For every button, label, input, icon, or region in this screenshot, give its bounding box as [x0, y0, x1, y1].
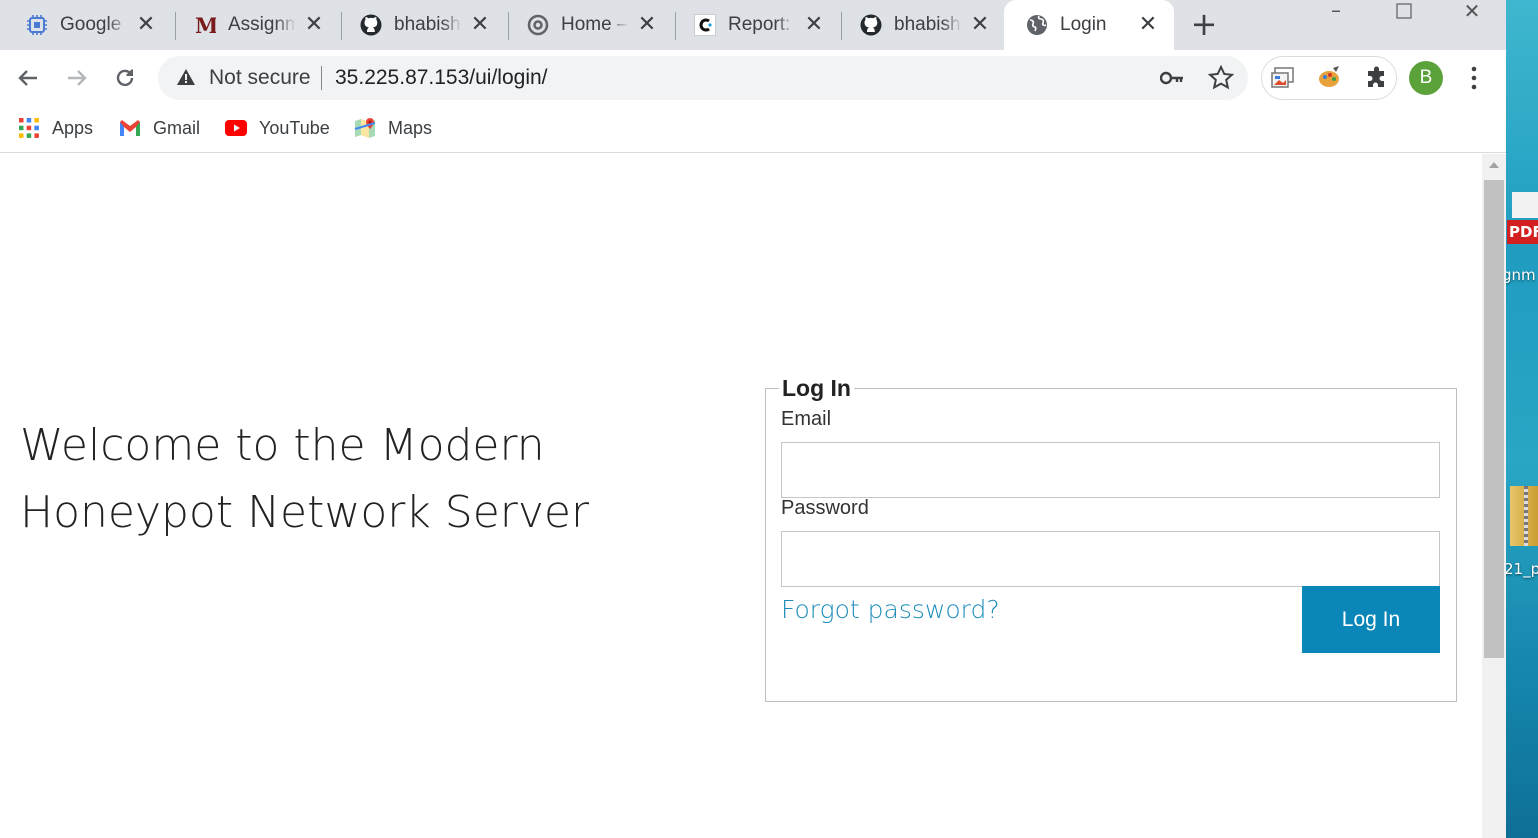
address-bar[interactable]: Not secure 35.225.87.153/ui/login/ [158, 56, 1248, 100]
forward-button[interactable] [59, 60, 95, 96]
warning-icon[interactable] [176, 68, 196, 91]
gmail-icon [119, 117, 141, 139]
tab-title: bhabishs [394, 14, 462, 35]
close-icon[interactable]: ✕ [635, 13, 659, 37]
tab-title: Google C [60, 14, 128, 35]
bookmark-label: YouTube [259, 117, 330, 138]
desktop-file-label[interactable]: gnm [1506, 266, 1536, 284]
bookmark-gmail[interactable]: Gmail [119, 114, 200, 142]
tab-login[interactable]: Login ✕ [1004, 0, 1174, 50]
desktop-background: PDF gnm 21_p [1506, 0, 1538, 838]
tab-assignment[interactable]: M Assignme ✕ [168, 0, 340, 50]
login-fieldset: Log In Email Password Forgot password? L… [765, 375, 1457, 702]
scroll-up-arrow-icon[interactable] [1489, 162, 1499, 168]
new-tab-button[interactable]: + [1186, 8, 1222, 40]
omnibox-divider [321, 66, 322, 90]
profile-avatar[interactable]: B [1409, 61, 1443, 95]
paint-extension-icon[interactable] [1316, 65, 1342, 96]
browser-toolbar: Not secure 35.225.87.153/ui/login/ B [0, 50, 1506, 106]
puzzle-extensions-icon[interactable] [1365, 66, 1389, 95]
bookmark-maps[interactable]: Maps [354, 114, 432, 142]
tab-google-cloud[interactable]: Google C ✕ [0, 0, 172, 50]
tab-home[interactable]: Home – I ✕ [501, 0, 673, 50]
tab-title: Login [1060, 14, 1107, 35]
arrow-left-icon [18, 70, 37, 86]
bookmarks-bar: Apps Gmail YouTube Maps [0, 106, 1506, 153]
tab-strip: Google C ✕ M Assignme ✕ bhabishs ✕ Home … [0, 0, 1506, 50]
security-status-text[interactable]: Not secure [209, 66, 311, 90]
desktop-zip-file-icon[interactable] [1510, 486, 1538, 546]
close-icon[interactable]: ✕ [468, 13, 492, 37]
welcome-line: Honeypot Network Server [20, 487, 590, 538]
login-legend: Log In [779, 375, 854, 402]
youtube-icon [225, 117, 247, 139]
welcome-heading: Welcome to the Modern Honeypot Network S… [20, 412, 720, 546]
desktop-pdf-badge: PDF [1507, 220, 1538, 244]
bookmark-label: Maps [388, 117, 433, 138]
key-icon[interactable] [1159, 68, 1184, 93]
tab-title: bhabishs [894, 14, 962, 35]
arrow-right-icon [68, 70, 87, 86]
tab-report[interactable]: Report: U ✕ [668, 0, 840, 50]
desktop-zip-label[interactable]: 21_p [1506, 560, 1538, 578]
desktop-pdf-file-icon[interactable] [1512, 192, 1538, 218]
tab-title: Report: U [728, 14, 796, 35]
welcome-line: Welcome to the Modern [20, 420, 545, 471]
star-bookmark-icon[interactable] [1207, 64, 1235, 96]
extensions-group [1261, 56, 1397, 100]
apps-grid-icon [18, 117, 40, 139]
mail-m-icon: M [194, 14, 216, 36]
close-icon[interactable]: ✕ [302, 13, 326, 37]
close-icon[interactable]: ✕ [968, 13, 992, 37]
login-button[interactable]: Log In [1302, 586, 1440, 653]
minimize-button[interactable]: – [1306, 0, 1366, 22]
reload-button[interactable] [107, 60, 143, 96]
screen-capture-extension-icon[interactable] [1271, 67, 1295, 94]
bookmark-label: Gmail [153, 117, 201, 138]
bookmark-youtube[interactable]: YouTube [225, 114, 330, 142]
github-icon [860, 14, 882, 36]
email-label: Email [781, 408, 832, 430]
window-close-button[interactable]: ✕ [1442, 0, 1502, 23]
browser-window: Google C ✕ M Assignme ✕ bhabishs ✕ Home … [0, 0, 1506, 838]
maximize-button[interactable] [1374, 0, 1434, 24]
bookmark-label: Apps [52, 117, 94, 138]
more-options-icon[interactable] [1462, 62, 1486, 94]
close-icon[interactable]: ✕ [134, 13, 158, 37]
tab-github-1[interactable]: bhabishs ✕ [334, 0, 506, 50]
github-icon [360, 14, 382, 36]
scrollbar-thumb[interactable] [1484, 180, 1504, 658]
tab-github-2[interactable]: bhabishs ✕ [834, 0, 1006, 50]
vertical-scrollbar[interactable] [1482, 154, 1506, 838]
email-field[interactable] [781, 442, 1440, 498]
password-field[interactable] [781, 531, 1440, 587]
page-viewport: Welcome to the Modern Honeypot Network S… [0, 154, 1482, 838]
reload-icon [116, 69, 134, 87]
svg-text:M: M [195, 14, 216, 36]
close-icon[interactable]: ✕ [802, 13, 826, 37]
globe-icon [1026, 14, 1048, 36]
back-button[interactable] [10, 60, 46, 96]
maps-icon [354, 117, 376, 139]
close-icon[interactable]: ✕ [1136, 13, 1160, 37]
report-c-icon [694, 14, 716, 36]
gear-chrome-icon [527, 14, 549, 36]
bookmark-apps[interactable]: Apps [18, 114, 93, 142]
url-text[interactable]: 35.225.87.153/ui/login/ [335, 66, 548, 90]
tab-title: Assignme [228, 14, 296, 35]
forgot-password-link[interactable]: Forgot password? [781, 595, 1000, 624]
password-label: Password [781, 497, 869, 519]
google-cloud-icon [26, 14, 48, 36]
tab-title: Home – I [561, 14, 629, 35]
